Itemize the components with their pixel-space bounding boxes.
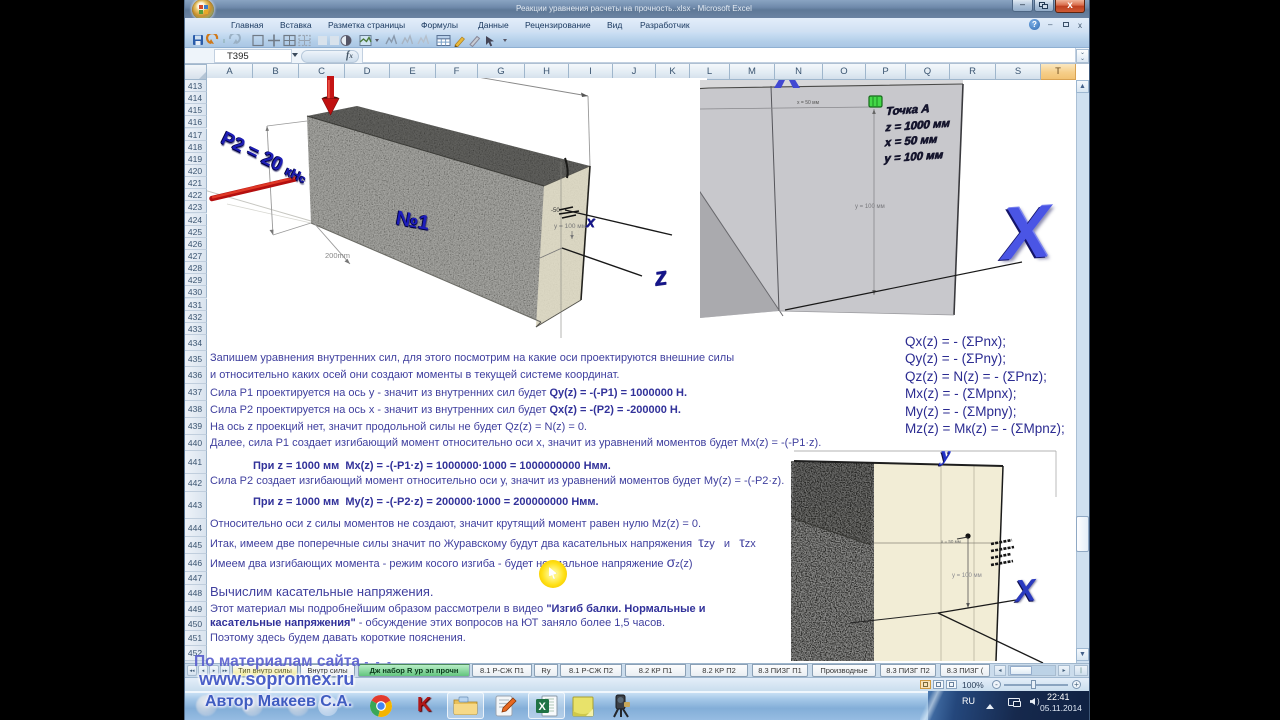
- svg-text:x = 50 мм: x = 50 мм: [941, 539, 961, 544]
- svg-text:y = 100 мм: y = 100 мм: [855, 204, 885, 210]
- svg-text:X: X: [539, 701, 547, 713]
- svg-text:x = 50 мм: x = 50 мм: [797, 100, 820, 106]
- svg-text:-50: -50: [551, 208, 560, 214]
- svg-text:y = 100 мм: y = 100 мм: [952, 573, 982, 579]
- svg-text:200mm: 200mm: [325, 251, 350, 260]
- svg-text:y = 100 мм: y = 100 мм: [554, 223, 587, 230]
